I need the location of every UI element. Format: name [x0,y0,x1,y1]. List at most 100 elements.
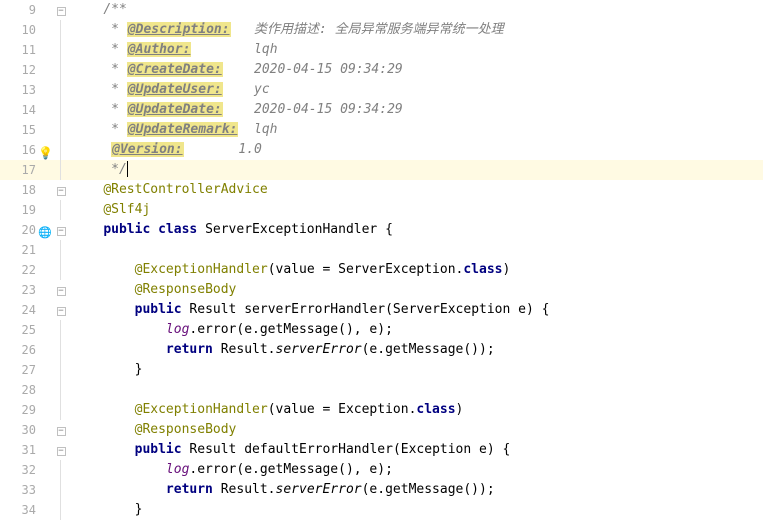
code-line[interactable]: 13 * @UpdateUser: yc [0,80,763,100]
line-number[interactable]: 34 [0,500,54,520]
line-number[interactable]: 33 [0,480,54,500]
line-number[interactable]: 16💡 [0,140,54,160]
fold-gutter-cell[interactable] [54,100,68,120]
fold-gutter-cell[interactable]: − [54,420,68,440]
fold-gutter-cell[interactable] [54,260,68,280]
code-text[interactable]: @ExceptionHandler(value = ServerExceptio… [68,260,510,280]
line-number[interactable]: 23 [0,280,54,300]
fold-gutter-cell[interactable] [54,160,68,180]
fold-gutter-cell[interactable] [54,320,68,340]
line-number[interactable]: 25 [0,320,54,340]
line-number[interactable]: 29 [0,400,54,420]
line-number[interactable]: 18 [0,180,54,200]
fold-gutter-cell[interactable] [54,360,68,380]
fold-gutter-cell[interactable] [54,140,68,160]
line-number[interactable]: 22 [0,260,54,280]
fold-gutter-cell[interactable] [54,20,68,40]
code-text[interactable]: */ [68,160,128,180]
code-text[interactable]: log.error(e.getMessage(), e); [68,460,393,480]
code-text[interactable]: public class ServerExceptionHandler { [68,220,393,240]
line-number[interactable]: 14 [0,100,54,120]
code-line[interactable]: 18 − @RestControllerAdvice [0,180,763,200]
fold-gutter-cell[interactable]: − [54,300,68,320]
line-number[interactable]: 10 [0,20,54,40]
fold-gutter-cell[interactable] [54,240,68,260]
code-text[interactable]: @ResponseBody [68,280,236,300]
code-text[interactable]: } [68,360,142,380]
fold-toggle-icon[interactable]: − [57,187,66,196]
code-line[interactable]: 22 @ExceptionHandler(value = ServerExcep… [0,260,763,280]
fold-gutter-cell[interactable] [54,120,68,140]
code-text[interactable]: @Version: 1.0 [68,140,262,160]
fold-gutter-cell[interactable] [54,460,68,480]
code-line[interactable]: 10 * @Description: 类作用描述: 全局异常服务端异常统一处理 [0,20,763,40]
code-line[interactable]: 32 log.error(e.getMessage(), e); [0,460,763,480]
code-text[interactable]: * @Author: lqh [68,40,278,60]
fold-toggle-icon[interactable]: − [57,427,66,436]
code-text[interactable]: public Result defaultErrorHandler(Except… [68,440,510,460]
fold-gutter-cell[interactable]: − [54,180,68,200]
code-line[interactable]: 25 log.error(e.getMessage(), e); [0,320,763,340]
code-line[interactable]: 24 − public Result serverErrorHandler(Se… [0,300,763,320]
fold-gutter-cell[interactable] [54,60,68,80]
line-number[interactable]: 11 [0,40,54,60]
line-number[interactable]: 20🌐 [0,220,54,240]
code-line[interactable]: 11 * @Author: lqh [0,40,763,60]
code-text[interactable]: * @UpdateRemark: lqh [68,120,278,140]
fold-gutter-cell[interactable]: − [54,280,68,300]
code-editor[interactable]: 9 − /** 10 * @Description: 类作用描述: 全局异常服务… [0,0,763,524]
code-text[interactable]: @Slf4j [68,200,150,220]
code-line[interactable]: 30 − @ResponseBody [0,420,763,440]
line-number[interactable]: 9 [0,0,54,20]
line-number[interactable]: 19 [0,200,54,220]
line-number[interactable]: 21 [0,240,54,260]
code-line[interactable]: 19 @Slf4j [0,200,763,220]
code-text[interactable]: * @UpdateUser: yc [68,80,270,100]
fold-toggle-icon[interactable]: − [57,307,66,316]
code-text[interactable]: log.error(e.getMessage(), e); [68,320,393,340]
line-number[interactable]: 30 [0,420,54,440]
line-number[interactable]: 13 [0,80,54,100]
fold-toggle-icon[interactable]: − [57,447,66,456]
fold-gutter-cell[interactable] [54,400,68,420]
line-number[interactable]: 32 [0,460,54,480]
fold-gutter-cell[interactable]: − [54,440,68,460]
code-text[interactable] [68,240,72,260]
code-line[interactable]: 14 * @UpdateDate: 2020-04-15 09:34:29 [0,100,763,120]
fold-gutter-cell[interactable] [54,500,68,520]
fold-gutter-cell[interactable] [54,340,68,360]
code-text[interactable]: } [68,500,142,520]
code-line[interactable]: 17 */ [0,160,763,180]
code-text[interactable]: /** [68,0,127,20]
code-line[interactable]: 29 @ExceptionHandler(value = Exception.c… [0,400,763,420]
code-line[interactable]: 27 } [0,360,763,380]
code-line[interactable]: 9 − /** [0,0,763,20]
fold-gutter-cell[interactable] [54,480,68,500]
code-line[interactable]: 16💡 @Version: 1.0 [0,140,763,160]
code-line[interactable]: 15 * @UpdateRemark: lqh [0,120,763,140]
fold-toggle-icon[interactable]: − [57,227,66,236]
code-line[interactable]: 26 return Result.serverError(e.getMessag… [0,340,763,360]
code-line[interactable]: 23 − @ResponseBody [0,280,763,300]
code-text[interactable]: return Result.serverError(e.getMessage()… [68,480,495,500]
code-text[interactable] [68,380,72,400]
code-line[interactable]: 12 * @CreateDate: 2020-04-15 09:34:29 [0,60,763,80]
fold-gutter-cell[interactable] [54,80,68,100]
line-number[interactable]: 12 [0,60,54,80]
fold-gutter-cell[interactable]: − [54,0,68,20]
code-text[interactable]: * @Description: 类作用描述: 全局异常服务端异常统一处理 [68,20,504,40]
code-text[interactable]: * @CreateDate: 2020-04-15 09:34:29 [68,60,403,80]
code-line[interactable]: 20🌐 − public class ServerExceptionHandle… [0,220,763,240]
fold-toggle-icon[interactable]: − [57,287,66,296]
fold-gutter-cell[interactable] [54,40,68,60]
line-number[interactable]: 15 [0,120,54,140]
line-number[interactable]: 31 [0,440,54,460]
fold-gutter-cell[interactable] [54,380,68,400]
fold-gutter-cell[interactable]: − [54,220,68,240]
line-number[interactable]: 28 [0,380,54,400]
line-number[interactable]: 26 [0,340,54,360]
code-line[interactable]: 21 [0,240,763,260]
line-number[interactable]: 27 [0,360,54,380]
code-text[interactable]: * @UpdateDate: 2020-04-15 09:34:29 [68,100,403,120]
code-line[interactable]: 28 [0,380,763,400]
